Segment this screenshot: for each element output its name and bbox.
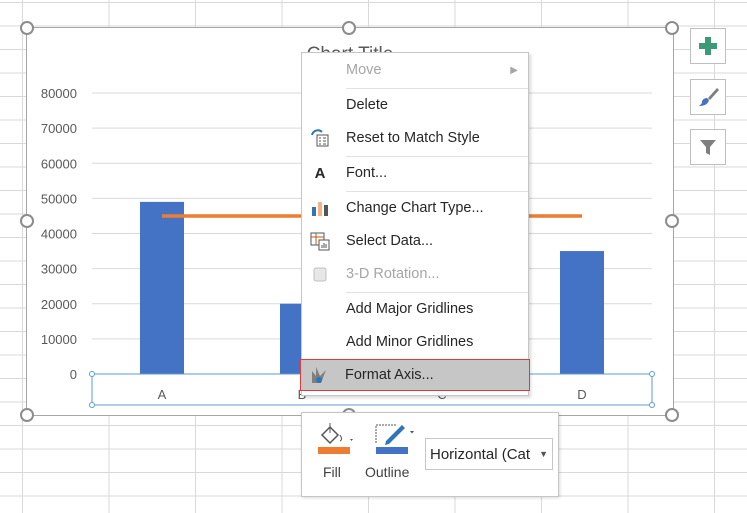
chevron-down-icon: ▼ — [536, 449, 548, 459]
x-tick-label: D — [577, 387, 586, 402]
bar-D[interactable] — [560, 251, 604, 374]
menu-item-font[interactable]: A Font... — [302, 158, 528, 188]
resize-handle-tl[interactable] — [20, 21, 34, 35]
submenu-arrow-icon: ▶ — [510, 64, 518, 76]
format-axis-icon — [309, 365, 329, 385]
resize-handle-l[interactable] — [20, 214, 34, 228]
y-tick-label[interactable]: 10000 — [41, 332, 77, 347]
context-menu: Move ▶ Delete Reset to Match Style A Font.… — [300, 52, 530, 396]
chart-filters-button[interactable] — [690, 129, 726, 165]
chart-type-icon — [310, 198, 330, 218]
y-tick-label[interactable]: 30000 — [41, 262, 77, 277]
3d-rotation-icon — [310, 264, 330, 284]
fill-label: Fill — [323, 464, 341, 480]
y-tick-label[interactable]: 50000 — [41, 191, 77, 206]
y-tick-label[interactable]: 80000 — [41, 86, 77, 101]
select-data-icon — [310, 231, 330, 251]
chart-styles-button[interactable] — [690, 79, 726, 115]
axis-handle — [89, 371, 95, 377]
reset-style-icon — [310, 128, 330, 148]
menu-item-reset-style[interactable]: Reset to Match Style — [302, 123, 528, 153]
axis-handle — [649, 402, 655, 408]
chart-element-select[interactable]: Horizontal (Cat ▼ — [425, 438, 553, 470]
outline-button[interactable] — [374, 421, 418, 462]
resize-handle-t[interactable] — [342, 21, 356, 35]
resize-handle-br[interactable] — [665, 408, 679, 422]
menu-item-move[interactable]: Move ▶ — [302, 55, 528, 85]
paintbrush-icon — [699, 88, 719, 106]
menu-item-add-minor-gridlines[interactable]: Add Minor Gridlines — [302, 327, 528, 357]
menu-item-select-data[interactable]: Select Data... — [302, 226, 528, 256]
chart-elements-button[interactable] — [690, 28, 726, 64]
filter-icon — [700, 140, 716, 155]
y-tick-label[interactable]: 0 — [70, 367, 77, 382]
bar-A[interactable] — [140, 201, 184, 374]
fill-button[interactable] — [316, 421, 356, 462]
menu-item-3d-rotation[interactable]: 3-D Rotation... — [302, 259, 528, 289]
outline-label: Outline — [365, 464, 410, 480]
y-tick-label[interactable]: 60000 — [41, 156, 77, 171]
resize-handle-tr[interactable] — [665, 21, 679, 35]
menu-item-change-chart-type[interactable]: Change Chart Type... — [302, 193, 528, 223]
plus-icon — [699, 37, 717, 55]
y-tick-label[interactable]: 70000 — [41, 121, 77, 136]
menu-item-add-major-gridlines[interactable]: Add Major Gridlines — [302, 294, 528, 324]
axis-handle — [89, 402, 95, 408]
y-tick-label[interactable]: 20000 — [41, 297, 77, 312]
font-icon: A — [314, 164, 326, 182]
resize-handle-bl[interactable] — [20, 408, 34, 422]
menu-item-delete[interactable]: Delete — [302, 90, 528, 120]
y-tick-label[interactable]: 40000 — [41, 227, 77, 242]
resize-handle-r[interactable] — [665, 214, 679, 228]
pencil-outline-icon — [375, 424, 414, 454]
paint-bucket-icon — [318, 423, 353, 454]
mini-toolbar: Fill Outline Horizontal (Cat ▼ — [301, 412, 559, 497]
x-tick-label: A — [158, 387, 167, 402]
menu-item-format-axis[interactable]: Format Axis... — [300, 359, 530, 391]
axis-handle — [649, 371, 655, 377]
